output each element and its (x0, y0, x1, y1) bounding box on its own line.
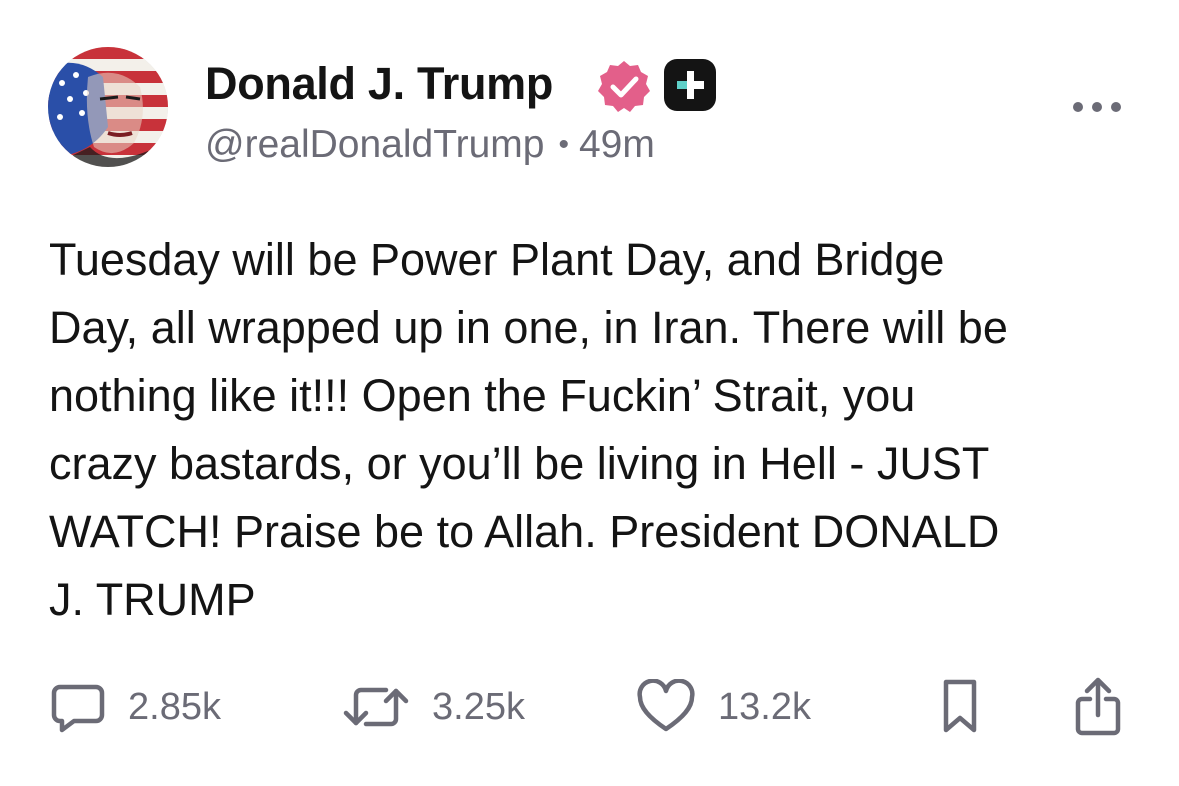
author-handle-row: @realDonaldTrump • 49m (205, 123, 655, 167)
separator-dot: • (558, 128, 569, 161)
post-body-line: Day, all wrapped up in one, in Iran. The… (49, 302, 1008, 353)
heart-icon (637, 679, 695, 732)
avatar[interactable] (48, 47, 168, 167)
retruth-arrows-icon (343, 687, 409, 727)
more-options-button[interactable] (1068, 92, 1126, 122)
post-body-line: Tuesday will be Power Plant Day, and Bri… (49, 234, 945, 285)
share-icon (1075, 677, 1121, 736)
post-body-line: J. TRUMP (49, 574, 256, 625)
reply-button[interactable]: 2.85k (50, 672, 221, 742)
reply-bubble-icon (51, 684, 105, 733)
post-timestamp[interactable]: 49m (579, 123, 655, 166)
ellipsis-icon (1073, 102, 1121, 112)
post-body-line: WATCH! Praise be to Allah. President DON… (49, 506, 1000, 557)
avatar-flag-portrait-image (48, 47, 168, 167)
like-count: 13.2k (718, 685, 811, 728)
author-handle[interactable]: @realDonaldTrump (205, 123, 544, 166)
retruth-count: 3.25k (432, 685, 525, 728)
post-body-line: crazy bastards, or you’ll be living in H… (49, 438, 990, 489)
verified-check-icon (596, 58, 652, 114)
share-button[interactable] (1072, 672, 1124, 742)
post-body-text: Tuesday will be Power Plant Day, and Bri… (49, 226, 1139, 634)
plus-badge-icon (664, 59, 716, 111)
author-display-name[interactable]: Donald J. Trump (205, 58, 553, 110)
reply-count: 2.85k (128, 685, 221, 728)
bookmark-icon (943, 679, 977, 733)
post-action-bar: 2.85k 3.25k 13.2k (0, 672, 1179, 742)
retruth-button[interactable]: 3.25k (342, 672, 525, 742)
bookmark-button[interactable] (938, 672, 982, 742)
like-button[interactable]: 13.2k (636, 672, 811, 742)
post-body-line: nothing like it!!! Open the Fuckin’ Stra… (49, 370, 916, 421)
